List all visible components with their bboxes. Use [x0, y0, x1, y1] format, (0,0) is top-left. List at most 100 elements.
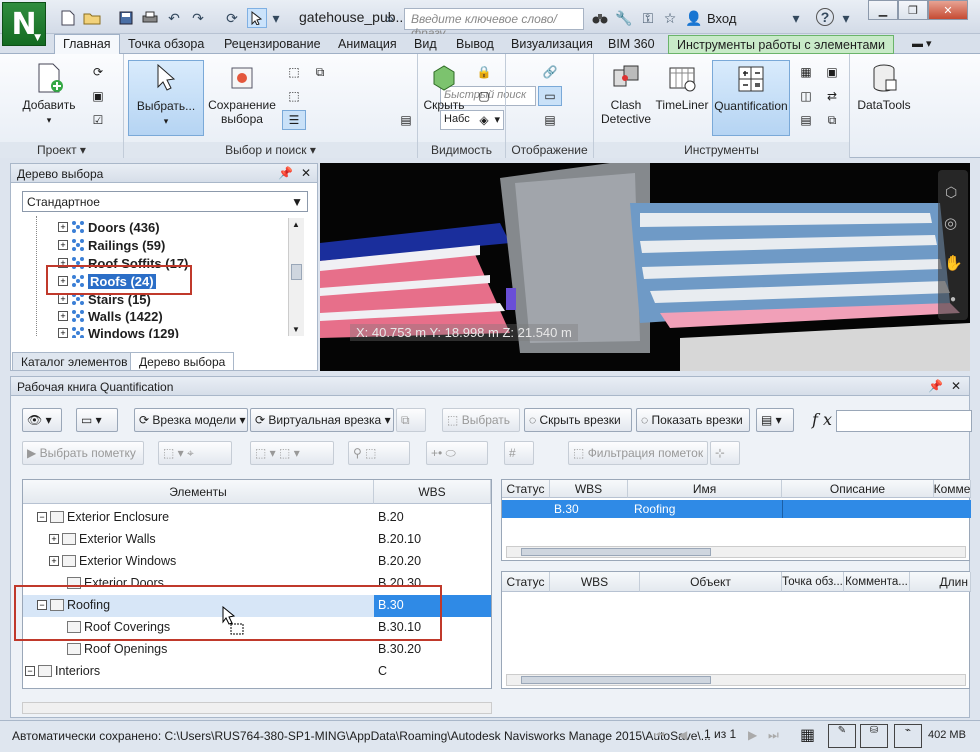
tab-bim360[interactable]: BIM 360 [600, 35, 663, 54]
table-row-selected[interactable]: B.30 Roofing [502, 500, 971, 518]
manage-sets-icon[interactable]: ▤ [394, 110, 418, 130]
column-header-wbs[interactable]: WBS [550, 480, 628, 498]
scale-icon[interactable]: ⊹ [710, 441, 740, 465]
tab-home[interactable]: Главная [54, 34, 120, 55]
pin-icon[interactable]: 📌 [928, 379, 943, 393]
pin-icon[interactable]: 📌 [278, 166, 293, 180]
tree-item[interactable]: + Doors (436) [58, 218, 160, 236]
properties-icon[interactable]: ▤ [538, 110, 562, 130]
select-button[interactable]: Выбрать... ▾ [128, 60, 204, 136]
key-icon[interactable]: ⚿ [638, 8, 658, 28]
compare-icon[interactable]: ⇄ [820, 86, 844, 106]
expand-search-icon[interactable]: » [380, 8, 400, 28]
pan-hand-icon[interactable]: ✋ [944, 254, 963, 272]
close-icon[interactable]: ✕ [951, 379, 961, 393]
application-menu-button[interactable]: N ▼ [2, 2, 46, 46]
tab-viewpoint[interactable]: Точка обзора [120, 35, 212, 54]
timeliner-button[interactable]: TimeLiner [654, 60, 710, 112]
maximize-button[interactable]: ❐ [898, 0, 928, 20]
scroll-down-icon[interactable]: ▼ [292, 325, 300, 334]
column-header-wbs[interactable]: WBS [374, 480, 491, 504]
clash-detective-button[interactable]: Clash Detective [598, 60, 654, 126]
last-page-icon[interactable]: ⏭ [768, 728, 779, 743]
quick-access-dropdown-icon[interactable]: ▾ [270, 8, 282, 28]
hide-unselected-icon[interactable]: ▢ [472, 86, 496, 106]
tab-selection-tree[interactable]: Дерево выбора [130, 352, 235, 371]
column-header-status[interactable]: Статус [502, 480, 550, 498]
selection-tree-toggle-icon[interactable]: ☰ [282, 110, 306, 130]
links-icon[interactable]: 🔗 [538, 62, 562, 82]
items-horizontal-scrollbar[interactable] [22, 702, 492, 714]
animator-icon[interactable]: ▦ [794, 62, 818, 82]
tab-view[interactable]: Вид [406, 35, 445, 54]
datatools-button[interactable]: DataTools [852, 60, 916, 112]
unhide-all-icon[interactable]: ◈ [472, 110, 496, 130]
wrench-icon[interactable]: 🔧 [614, 8, 634, 28]
select-all-icon[interactable]: ⬚ [282, 62, 306, 82]
expand-icon[interactable]: + [58, 328, 68, 338]
expand-icon[interactable]: + [58, 240, 68, 250]
search-input[interactable]: Введите ключевое слово/фразу [404, 8, 584, 40]
tab-animation[interactable]: Анимация [330, 35, 405, 54]
reset-all-icon[interactable]: ▣ [86, 86, 110, 106]
column-header-viewpoint[interactable]: Точка обз... [782, 572, 844, 592]
undo-icon[interactable]: ↶ [164, 8, 184, 28]
column-header-description[interactable]: Описание [782, 480, 934, 498]
column-header-wbs[interactable]: WBS [550, 572, 640, 592]
polyline-tool-button[interactable]: ⬚ ▾ ⌖ [158, 441, 232, 465]
tree-item[interactable]: + Walls (1422) [58, 307, 163, 325]
file-options-icon[interactable]: ☑ [86, 110, 110, 130]
hide-takeoffs-button[interactable]: ◌ Скрыть врезки [524, 408, 632, 432]
quantification-button[interactable]: Quantification [712, 60, 790, 136]
tree-item[interactable]: + Railings (59) [58, 236, 165, 254]
sign-in-link[interactable]: Вход [707, 11, 736, 26]
scripter-icon[interactable]: ▣ [820, 62, 844, 82]
table-row[interactable]: − Exterior Enclosure B.20 [23, 507, 491, 529]
snapshot-icon[interactable]: ⧉ [396, 408, 426, 432]
select-tree-icon[interactable]: ⬚ [282, 86, 306, 106]
steering-wheel-icon[interactable]: ◎ [944, 214, 957, 232]
previous-page-icon[interactable]: ◀ [678, 728, 687, 742]
show-takeoffs-button[interactable]: ◌ Показать врезки [636, 408, 750, 432]
tab-output[interactable]: Вывод [448, 35, 502, 54]
print-icon[interactable] [140, 8, 160, 28]
scroll-up-icon[interactable]: ▲ [292, 220, 300, 229]
select-search-group-label[interactable]: Выбор и поиск ▾ [124, 142, 417, 158]
table-row[interactable]: Roof Openings B.30.20 [23, 639, 491, 661]
summary-horizontal-scrollbar[interactable] [506, 546, 966, 558]
favorites-star-icon[interactable]: ☆ [660, 8, 680, 28]
redo-icon[interactable]: ↷ [188, 8, 208, 28]
virtual-takeoff-button[interactable]: ⟳ Виртуальная врезка ▾ [250, 408, 394, 432]
table-row[interactable]: + Exterior Walls B.20.10 [23, 529, 491, 551]
collapse-icon[interactable]: − [37, 512, 47, 522]
open-folder-icon[interactable] [82, 8, 102, 28]
objects-horizontal-scrollbar[interactable] [506, 674, 966, 686]
collapse-icon[interactable]: − [25, 666, 35, 676]
scrollbar-thumb[interactable] [521, 548, 711, 556]
expand-icon[interactable]: + [58, 311, 68, 321]
tab-visualization[interactable]: Визуализация [503, 35, 601, 54]
close-icon[interactable]: ✕ [301, 166, 311, 180]
view-mode-button[interactable]: 👁 ▾ [22, 408, 62, 432]
column-header-length[interactable]: Длин [910, 572, 971, 592]
scrollbar-thumb[interactable] [291, 264, 302, 280]
ribbon-minimize-icon[interactable]: ▬ ▾ [904, 35, 940, 54]
new-file-icon[interactable] [58, 8, 78, 28]
column-header-status[interactable]: Статус [502, 572, 550, 592]
column-header-comment[interactable]: Комме [934, 480, 971, 498]
tree-mode-dropdown[interactable]: Стандартное ▼ [22, 191, 308, 212]
bucket-fill-button[interactable]: ⚲ ⬚ [348, 441, 410, 465]
count-tool-button[interactable]: +• ⬭ [426, 441, 488, 465]
select-markup-button[interactable]: ▶ Выбрать пометку [22, 441, 144, 465]
table-row[interactable]: − Interiors C [23, 661, 491, 683]
help-icon[interactable]: ? [816, 8, 834, 26]
hide-button[interactable]: Скрыть [422, 60, 466, 112]
sheet-browser-icon[interactable]: ▦ [800, 725, 815, 745]
appearance-profiler-icon[interactable]: ▤ [794, 110, 818, 130]
model-takeoff-button[interactable]: ⟳ Врезка модели ▾ [134, 408, 248, 432]
hash-count-icon[interactable]: # [504, 441, 534, 465]
expand-icon[interactable]: + [49, 534, 59, 544]
tree-item[interactable]: + Windows (129) [58, 326, 179, 338]
tab-review[interactable]: Рецензирование [216, 35, 329, 54]
batch-utility-icon[interactable]: ⧉ [820, 110, 844, 130]
